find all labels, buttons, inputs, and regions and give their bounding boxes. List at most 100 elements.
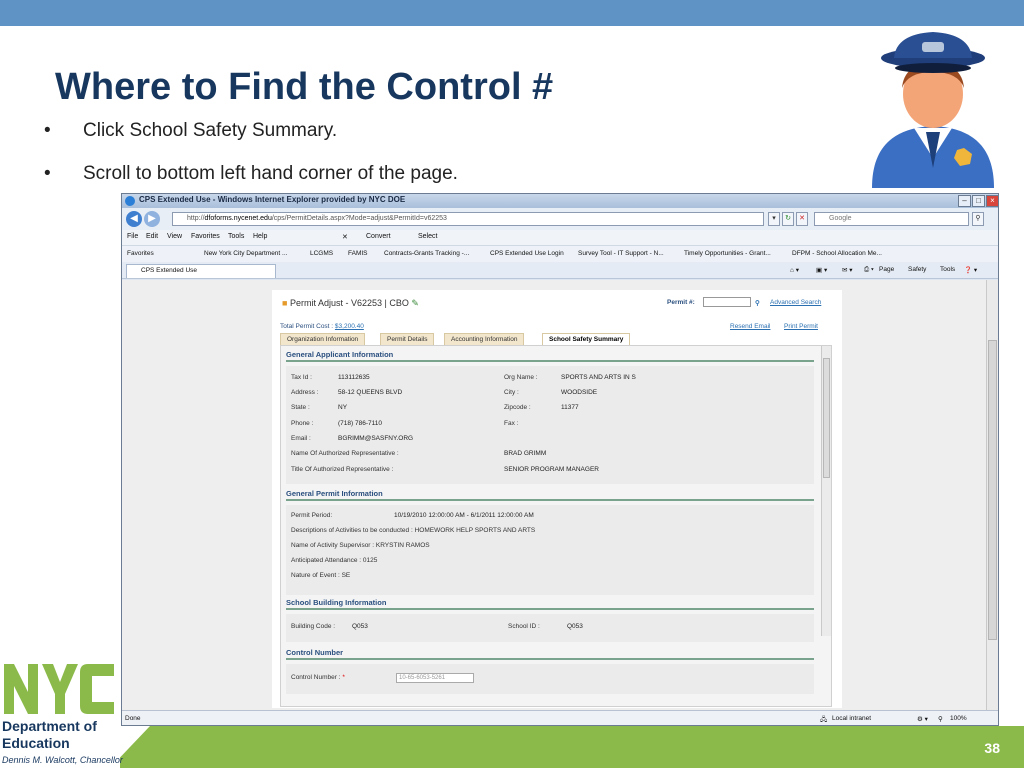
- resend-email-link[interactable]: Resend Email: [730, 323, 770, 330]
- tools-menu[interactable]: Tools: [940, 266, 955, 273]
- tax-id-value: 113112635: [338, 374, 370, 381]
- tab-permit-details[interactable]: Permit Details: [380, 333, 435, 345]
- convert-button[interactable]: Convert: [366, 233, 391, 240]
- email-value: BGRIMM@SASFNY.ORG: [338, 435, 414, 442]
- status-text: Done: [125, 715, 141, 722]
- close-button[interactable]: ×: [986, 195, 998, 207]
- zoom-icon[interactable]: ⚲: [938, 715, 943, 723]
- control-number-label-text: Control Number :: [291, 674, 341, 681]
- nature-of-event: Nature of Event : SE: [291, 572, 351, 579]
- help-icon[interactable]: ❓ ▾: [964, 266, 977, 274]
- edit-icon[interactable]: ✎: [411, 298, 419, 308]
- nyc-doe-logo: Department of Education Dennis M. Walcot…: [0, 662, 123, 768]
- org-name-value: SPORTS AND ARTS IN S: [561, 374, 636, 381]
- phone-value: (718) 786-7110: [338, 420, 382, 427]
- favorite-link[interactable]: Timely Opportunities - Grant...: [684, 250, 771, 257]
- tab-school-safety-summary[interactable]: School Safety Summary: [542, 333, 631, 345]
- rep-name-label: Name Of Authorized Representative :: [291, 450, 399, 457]
- permit-number-input[interactable]: [703, 297, 751, 307]
- refresh-icon[interactable]: ↻: [782, 212, 794, 226]
- menu-file[interactable]: File: [127, 233, 138, 240]
- favorites-bar: Favorites New York City Department ... L…: [122, 245, 998, 262]
- tab-organization-information[interactable]: Organization Information: [280, 333, 366, 345]
- nyc-logo-icon: [4, 664, 114, 714]
- page-content: ■ Permit Adjust - V62253 | CBO ✎ Permit …: [122, 280, 988, 710]
- permit-period-value: 10/19/2010 12:00:00 AM - 6/1/2011 12:00:…: [394, 512, 534, 519]
- state-value: NY: [338, 404, 348, 411]
- total-permit-cost: Total Permit Cost : $3,200.40: [280, 323, 364, 330]
- page-scroll-thumb[interactable]: [988, 340, 997, 640]
- menu-favorites[interactable]: Favorites: [191, 233, 220, 240]
- back-icon[interactable]: ◀: [126, 211, 142, 227]
- permit-period-label: Permit Period:: [291, 512, 333, 519]
- permit-title-text: Permit Adjust - V62253 | CBO: [289, 298, 409, 308]
- fax-label: Fax :: [504, 420, 519, 427]
- control-number-input[interactable]: 10-65-6053-5261: [396, 673, 474, 683]
- slide-title: Where to Find the Control #: [55, 66, 554, 108]
- activity-supervisor: Name of Activity Supervisor : KRYSTIN RA…: [291, 542, 430, 549]
- menu-tools[interactable]: Tools: [228, 233, 244, 240]
- print-permit-link[interactable]: Print Permit: [784, 323, 818, 330]
- favorite-link[interactable]: Survey Tool - IT Support - N...: [578, 250, 664, 257]
- url-path: /cps/PermitDetails.aspx?Mode=adjust&Perm…: [271, 215, 447, 222]
- logo-department-text: Department of: [2, 718, 97, 734]
- advanced-search-link[interactable]: Advanced Search: [770, 299, 821, 306]
- menu-view[interactable]: View: [167, 233, 182, 240]
- phone-label: Phone :: [291, 420, 314, 427]
- browser-tab[interactable]: CPS Extended Use: [126, 264, 276, 278]
- menu-edit[interactable]: Edit: [146, 233, 158, 240]
- safety-menu[interactable]: Safety: [908, 266, 926, 273]
- select-button[interactable]: Select: [418, 233, 437, 240]
- url-prefix: http://: [187, 215, 205, 222]
- home-icon[interactable]: ⌂ ▾: [790, 266, 799, 274]
- scroll-thumb[interactable]: [823, 358, 830, 478]
- url-input[interactable]: http://dfoforms.nycenet.edu/cps/PermitDe…: [172, 212, 764, 226]
- control-section: Control Number : * 10-65-6053-5261: [286, 664, 814, 694]
- rep-title-label: Title Of Authorized Representative :: [291, 466, 394, 473]
- inner-scrollbar[interactable]: [821, 346, 831, 636]
- mail-icon[interactable]: ✉ ▾: [842, 266, 853, 274]
- zone-text: Local intranet: [832, 715, 872, 722]
- permit-panel: ■ Permit Adjust - V62253 | CBO ✎ Permit …: [272, 290, 842, 708]
- forward-icon[interactable]: ▶: [144, 211, 160, 227]
- browser-titlebar: CPS Extended Use - Windows Internet Expl…: [122, 194, 998, 208]
- feeds-icon[interactable]: ▣ ▾: [816, 266, 827, 274]
- rep-title-value: SENIOR PROGRAM MANAGER: [504, 466, 599, 473]
- favorite-link[interactable]: DFPM - School Allocation Me...: [792, 250, 882, 257]
- applicant-section: Tax Id : 113112635 Org Name : SPORTS AND…: [286, 366, 814, 484]
- search-input[interactable]: Google: [814, 212, 969, 226]
- tax-id-label: Tax Id :: [291, 374, 312, 381]
- bottom-band: [110, 726, 1024, 768]
- favorite-link[interactable]: CPS Extended Use Login: [490, 250, 564, 257]
- search-icon[interactable]: ⚲: [972, 212, 984, 226]
- activities-description: Descriptions of Activities to be conduct…: [291, 527, 536, 534]
- favorites-button[interactable]: Favorites: [127, 250, 154, 257]
- total-cost-value[interactable]: $3,200.40: [335, 323, 364, 330]
- logo-chancellor-text: Dennis M. Walcott, Chancellor: [2, 755, 123, 765]
- intranet-icon: 🖧: [820, 716, 828, 723]
- dropdown-icon[interactable]: ▾: [768, 212, 780, 226]
- favorite-link[interactable]: Contracts-Grants Tracking -...: [384, 250, 469, 257]
- top-band: [0, 0, 1024, 26]
- print-icon[interactable]: ⎙ ▾: [864, 266, 874, 274]
- search-icon[interactable]: ⚲: [755, 299, 760, 307]
- protected-mode-icon[interactable]: ⚙ ▾: [917, 715, 928, 723]
- favorite-link[interactable]: FAMIS: [348, 250, 368, 257]
- tab-accounting-information[interactable]: Accounting Information: [444, 333, 525, 345]
- required-marker: *: [342, 674, 345, 681]
- page-scrollbar[interactable]: [986, 280, 998, 710]
- page-menu[interactable]: Page: [879, 266, 894, 273]
- close-icon[interactable]: ✕: [342, 233, 348, 241]
- minimize-button[interactable]: –: [958, 195, 971, 207]
- building-code-value: Q053: [352, 623, 368, 630]
- favorite-link[interactable]: New York City Department ...: [204, 250, 287, 257]
- menu-help[interactable]: Help: [253, 233, 267, 240]
- bullet-text: Click School Safety Summary.: [83, 120, 338, 141]
- favorite-link[interactable]: LCGMS: [310, 250, 333, 257]
- stop-icon[interactable]: ✕: [796, 212, 808, 226]
- maximize-button[interactable]: □: [972, 195, 985, 207]
- tab-bar: CPS Extended Use ⌂ ▾ ▣ ▾ ✉ ▾ ⎙ ▾ Page Sa…: [122, 262, 998, 279]
- address-value: 58-12 QUEENS BLVD: [338, 389, 403, 396]
- bullet-dot: •: [44, 163, 51, 184]
- zoom-level[interactable]: 100%: [950, 715, 967, 722]
